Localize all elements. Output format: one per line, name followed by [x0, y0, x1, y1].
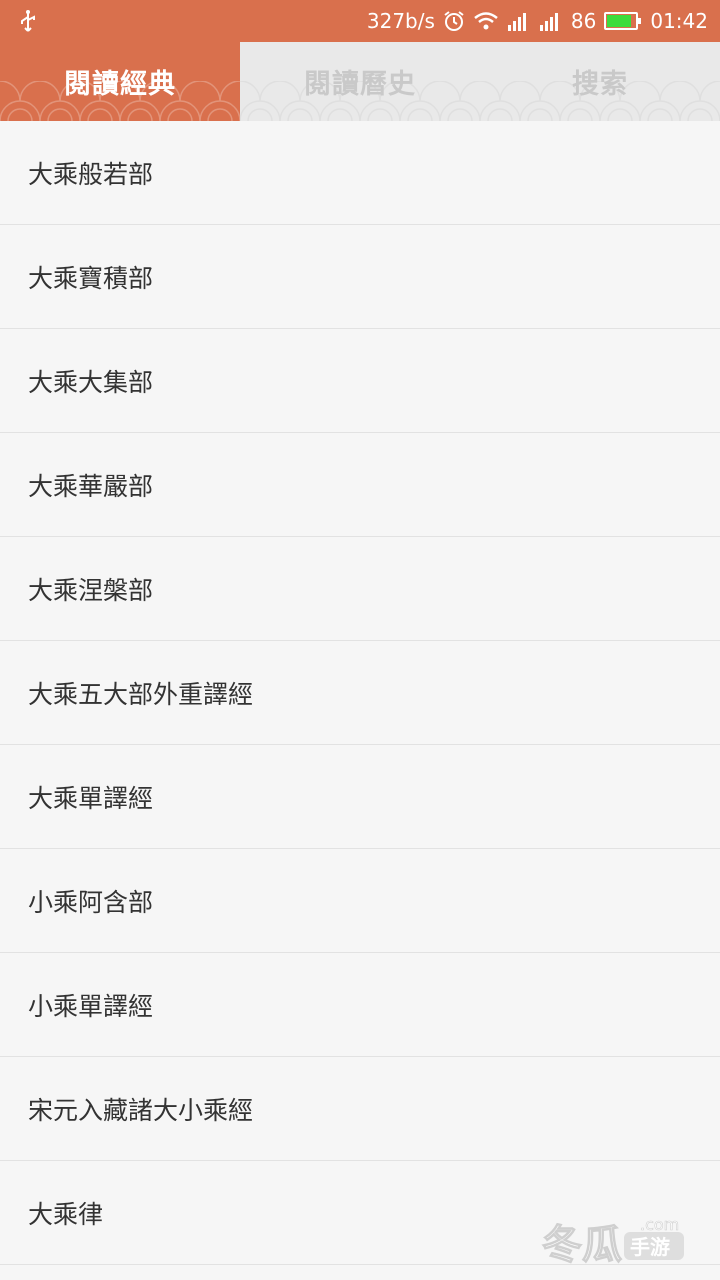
status-bar: 327b/s 86 01:42: [0, 0, 720, 42]
signal-icon-2: [539, 13, 558, 31]
alarm-icon: [444, 11, 464, 31]
list-item[interactable]: 大乘般若部: [0, 121, 720, 225]
status-indicators: 327b/s 86 01:42: [367, 0, 708, 42]
list-item[interactable]: 大乘律: [0, 1161, 720, 1265]
list-item[interactable]: 大乘華嚴部: [0, 433, 720, 537]
list-item[interactable]: 大乘單譯經: [0, 745, 720, 849]
network-speed: 327b/s: [366, 9, 435, 33]
list-item[interactable]: 大乘涅槃部: [0, 537, 720, 641]
list-item[interactable]: 宋元入藏諸大小乘經: [0, 1057, 720, 1161]
scripture-category-list: 大乘般若部 大乘寶積部 大乘大集部 大乘華嚴部 大乘涅槃部 大乘五大部外重譯經 …: [0, 121, 720, 1280]
list-item[interactable]: 大乘五大部外重譯經: [0, 641, 720, 745]
tab-read-classics[interactable]: 閱讀經典: [0, 42, 240, 121]
tab-search[interactable]: 搜索: [480, 42, 720, 121]
battery-percent: 86: [570, 9, 597, 33]
battery-level: [607, 15, 632, 27]
tab-reading-history[interactable]: 閱讀曆史: [240, 42, 480, 121]
wifi-icon: [474, 12, 498, 30]
list-item[interactable]: 小乘單譯經: [0, 953, 720, 1057]
signal-icon-1: [507, 13, 526, 31]
tab-label: 搜索: [572, 69, 628, 100]
tab-label: 閱讀經典: [64, 69, 176, 100]
list-item[interactable]: 大乘大集部: [0, 329, 720, 433]
tab-bar: 閱讀經典 閱讀曆史 搜索: [0, 42, 720, 121]
list-item[interactable]: 小乘阿含部: [0, 849, 720, 953]
list-item[interactable]: 大乘寶積部: [0, 225, 720, 329]
usb-icon: [21, 10, 35, 32]
clock: 01:42: [650, 9, 708, 33]
battery-icon: [604, 12, 642, 30]
tab-label: 閱讀曆史: [304, 69, 416, 100]
